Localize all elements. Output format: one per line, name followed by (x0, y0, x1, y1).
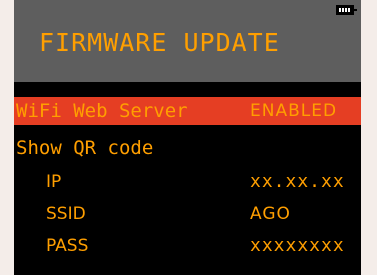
wifi-web-server-status: ENABLED (250, 101, 338, 121)
show-qr-code-label: Show QR code (16, 137, 154, 159)
battery-full-icon (336, 5, 357, 15)
info-row-ip: IP xx.xx.xx (14, 168, 361, 196)
ip-value: xx.xx.xx (250, 171, 345, 192)
pass-value: xxxxxxxx (250, 235, 345, 256)
menu-item-show-qr-code[interactable]: Show QR code (14, 134, 361, 162)
menu-item-wifi-web-server[interactable]: WiFi Web Server ENABLED (14, 97, 361, 125)
wifi-web-server-label: WiFi Web Server (16, 100, 188, 122)
header-bar: FIRMWARE UPDATE (14, 0, 361, 82)
info-row-ssid: SSID AGO (14, 200, 361, 228)
ssid-value: AGO (250, 204, 291, 224)
info-row-pass: PASS xxxxxxxx (14, 232, 361, 260)
pass-label: PASS (46, 236, 89, 256)
ip-label: IP (46, 172, 62, 192)
device-screen: FIRMWARE UPDATE WiFi Web Server ENABLED … (14, 0, 361, 275)
ssid-label: SSID (46, 204, 86, 224)
page-title: FIRMWARE UPDATE (39, 28, 280, 57)
